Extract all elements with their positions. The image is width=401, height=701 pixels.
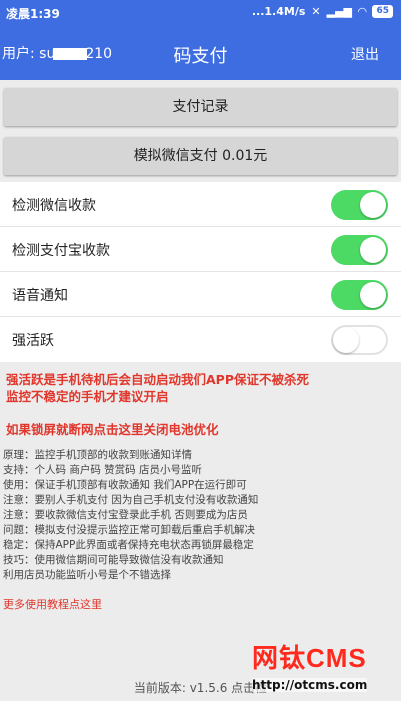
usage-notes: 原理：监控手机顶部的收款到账通知详情 支持：个人码 商户码 赞赏码 店员小号监听… — [3, 448, 399, 583]
status-time: 凌晨1:39 — [6, 7, 60, 21]
note-line: 注意：要别人手机支付 因为自己手机支付没有收款通知 — [3, 494, 259, 506]
status-icons: ...1.4M/s ✕ ▂▄▆ ◠ 65 — [252, 5, 393, 18]
battery-optimization-link[interactable]: 如果锁屏就断网点击这里关闭电池优化 — [6, 421, 396, 438]
simulate-wechat-pay-button[interactable]: 模拟微信支付 0.01元 — [4, 137, 397, 175]
toggle-list: 检测微信收款 检测支付宝收款 语音通知 强活跃 — [0, 182, 401, 362]
note-line: 问题：模拟支付没提示监控正常可卸载后重启手机解决 — [3, 524, 255, 536]
wifi-icon: ◠ — [358, 5, 367, 18]
toggle-row-alipay[interactable]: 检测支付宝收款 — [0, 227, 401, 272]
mute-icon: ✕ — [311, 5, 321, 18]
more-tutorials-link[interactable]: 更多使用教程点这里 — [3, 596, 102, 612]
switch-knob — [360, 192, 386, 218]
keepalive-switch[interactable] — [331, 325, 388, 355]
status-bar: 凌晨1:39 ...1.4M/s ✕ ▂▄▆ ◠ 65 — [0, 0, 401, 26]
toggle-label: 检测支付宝收款 — [12, 243, 110, 259]
toggle-row-keepalive[interactable]: 强活跃 — [0, 317, 401, 362]
watermark-logo: 网钛CMS — [252, 643, 367, 673]
note-line: 原理：监控手机顶部的收款到账通知详情 — [3, 449, 192, 461]
toggle-row-wechat[interactable]: 检测微信收款 — [0, 182, 401, 227]
note-line: 利用店员功能监听小号是个不错选择 — [3, 569, 171, 581]
voice-notify-switch[interactable] — [331, 280, 388, 310]
note-line: 支持：个人码 商户码 赞赏码 店员小号监听 — [3, 464, 203, 476]
switch-knob — [333, 327, 359, 353]
app-bar: 用户: su 210 码支付 退出 — [0, 26, 401, 80]
switch-knob — [360, 237, 386, 263]
battery-icon: 65 — [372, 5, 393, 18]
logout-button[interactable]: 退出 — [351, 44, 379, 64]
payment-records-button[interactable]: 支付记录 — [4, 88, 397, 126]
page-title: 码支付 — [173, 46, 228, 67]
toggle-label: 语音通知 — [12, 288, 68, 304]
network-speed: ...1.4M/s — [251, 5, 306, 18]
note-line: 技巧：使用微信期间可能导致微信没有收款通知 — [3, 554, 224, 566]
watermark-url: http://otcms.com — [252, 678, 368, 692]
toggle-label: 检测微信收款 — [12, 198, 96, 214]
signal-icon: ▂▄▆ — [326, 5, 352, 18]
alipay-detect-switch[interactable] — [331, 235, 388, 265]
wechat-detect-switch[interactable] — [331, 190, 388, 220]
note-line: 稳定：保持APP此界面或者保持充电状态再锁屏最稳定 — [3, 539, 254, 551]
toggle-label: 强活跃 — [12, 333, 54, 349]
toggle-row-voice[interactable]: 语音通知 — [0, 272, 401, 317]
switch-knob — [360, 282, 386, 308]
keepalive-warning: 强活跃是手机待机后会自动启动我们APP保证不被杀死 监控不稳定的手机才建议开启 — [6, 372, 309, 404]
note-line: 使用：保证手机顶部有收款通知 我们APP在运行即可 — [3, 479, 247, 491]
note-line: 注意：要收款微信支付宝登录此手机 否则要成为店员 — [3, 509, 248, 521]
